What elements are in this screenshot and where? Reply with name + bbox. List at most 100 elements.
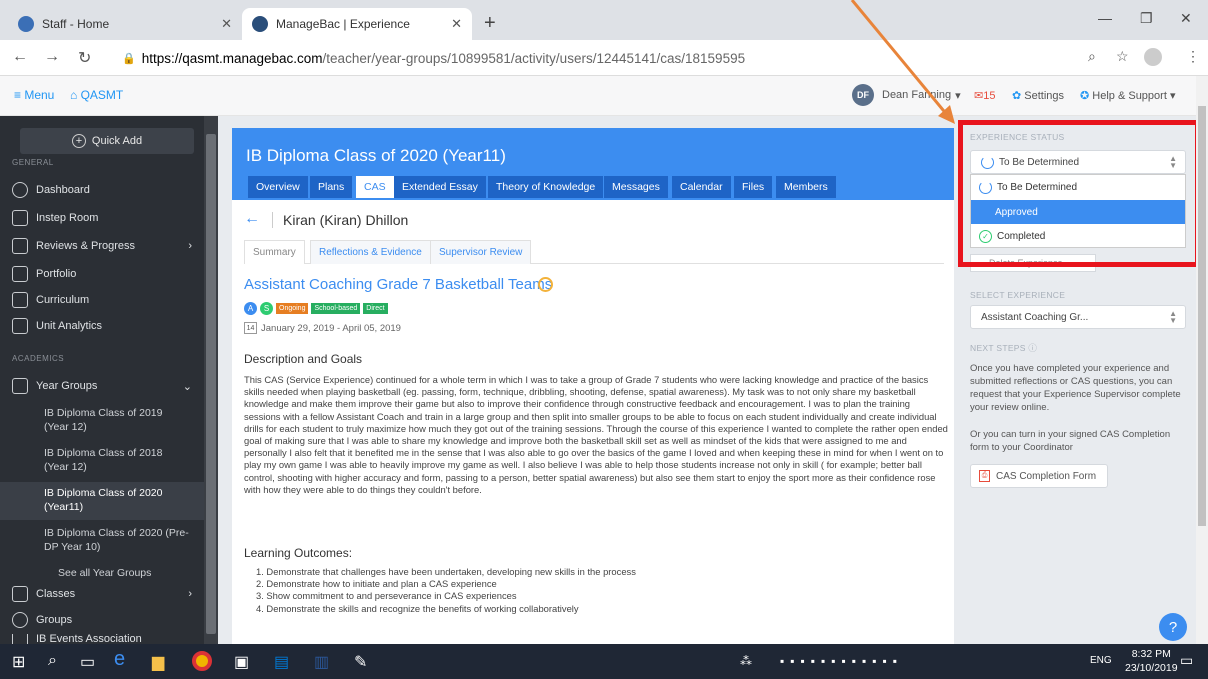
zoom-icon[interactable]: ⌕ [1088, 48, 1096, 65]
ongoing-tag: Ongoing [276, 303, 309, 314]
edge-icon[interactable]: e [114, 648, 125, 671]
paint-icon[interactable]: ✎ [354, 652, 367, 672]
minimize-icon[interactable]: — [1098, 10, 1112, 26]
forward-icon[interactable]: → [44, 48, 60, 66]
sidebar-item-curriculum[interactable]: Curriculum [12, 288, 202, 312]
cas-completion-form-button[interactable]: ⎙ CAS Completion Form [970, 464, 1108, 488]
sidebar: + Quick Add GENERAL Dashboard Instep Room… [0, 116, 218, 644]
tab-calendar[interactable]: Calendar [672, 176, 731, 198]
sidebar-item-year-groups[interactable]: Year Groups ⌄ [12, 374, 202, 398]
clock[interactable]: 8:32 PM 23/10/2019 [1125, 647, 1178, 675]
brand-label: QASMT [80, 88, 124, 102]
browser-tab-staff-home[interactable]: Staff - Home ✕ [8, 8, 242, 40]
sidebar-item-dashboard[interactable]: Dashboard [12, 178, 202, 202]
chrome-icon[interactable] [192, 651, 212, 671]
sidebar-item-reviews[interactable]: Reviews & Progress › [12, 234, 202, 258]
url-field[interactable]: 🔒 https://qasmt.managebac.com/teacher/ye… [112, 45, 1102, 71]
groups-icon [12, 612, 28, 628]
tab-theory-of-knowledge[interactable]: Theory of Knowledge [488, 176, 604, 198]
tab-overview[interactable]: Overview [248, 176, 308, 198]
windows-start-icon[interactable]: ⊞ [12, 652, 25, 672]
settings-link[interactable]: ✿ Settings [1012, 89, 1064, 102]
notifications-icon[interactable]: ▭ [1180, 652, 1193, 669]
tab-files[interactable]: Files [734, 176, 773, 198]
see-all-year-groups[interactable]: See all Year Groups [0, 562, 204, 584]
back-icon[interactable]: ← [12, 48, 28, 66]
chevron-down-icon: ▾ [955, 89, 961, 102]
sidebar-item-instep-room[interactable]: Instep Room [12, 206, 202, 230]
subtab-summary[interactable]: Summary [244, 240, 305, 264]
close-tab-icon[interactable]: ✕ [221, 16, 232, 32]
sidebar-scrollbar[interactable] [204, 116, 218, 644]
chart-icon [12, 238, 28, 254]
subtab-supervisor-review[interactable]: Supervisor Review [430, 240, 532, 264]
sidebar-scroll-thumb[interactable] [206, 134, 216, 634]
file-explorer-icon[interactable]: ▆ [152, 652, 164, 672]
browser-menu-icon[interactable]: ⋮ [1186, 48, 1200, 65]
sidebar-item-unit-analytics[interactable]: Unit Analytics [12, 314, 202, 338]
mail-link[interactable]: ✉15 [974, 89, 995, 102]
brand-link[interactable]: ⌂ QASMT [70, 88, 123, 102]
service-badge: S [260, 302, 273, 315]
new-tab-icon[interactable]: + [484, 12, 496, 35]
description-heading: Description and Goals [244, 352, 363, 366]
search-icon[interactable]: ⌕ [48, 652, 57, 670]
people-icon[interactable]: ⁂ [740, 654, 752, 668]
outcome-item: 3. Show commitment to and perseverance i… [256, 590, 517, 602]
calendar-day: 14 [246, 324, 255, 332]
user-menu[interactable]: DF Dean Fanning ▾ [852, 84, 961, 106]
menu-button[interactable]: ≡ Menu [14, 88, 54, 102]
avatar: DF [852, 84, 874, 106]
reload-icon[interactable]: ↻ [78, 48, 91, 68]
class-title: IB Diploma Class of 2020 (Year11) [246, 146, 506, 165]
next-steps-label: NEXT STEPS ⓘ [970, 342, 1037, 354]
description-text: This CAS (Service Experience) continued … [244, 374, 948, 495]
app-icon[interactable]: ▣ [234, 652, 249, 672]
maximize-icon[interactable]: ❐ [1140, 10, 1153, 27]
tab-extended-essay[interactable]: Extended Essay [394, 176, 486, 198]
profile-icon[interactable] [1144, 48, 1162, 66]
task-view-icon[interactable]: ▭ [80, 652, 95, 672]
subtab-reflections[interactable]: Reflections & Evidence [310, 240, 431, 264]
select-experience-dropdown[interactable]: Assistant Coaching Gr... ▲ ▼ [970, 305, 1186, 329]
bookmark-star-icon[interactable]: ☆ [1116, 48, 1129, 65]
window-close-icon[interactable]: ✕ [1180, 10, 1192, 27]
year-group-2020-pre-dp[interactable]: IB Diploma Class of 2020 (Pre-DP Year 10… [0, 522, 204, 558]
sidebar-item-ib-events[interactable]: IB Events Association [12, 634, 202, 644]
close-tab-icon[interactable]: ✕ [451, 16, 462, 32]
tab-cas[interactable]: CAS [356, 176, 394, 198]
page-scrollbar[interactable] [1196, 76, 1208, 644]
sidebar-item-label: Portfolio [36, 268, 77, 280]
mail-icon: ✉ [974, 90, 984, 102]
subtab-bar: Summary Reflections & Evidence Superviso… [244, 240, 944, 264]
year-group-2019[interactable]: IB Diploma Class of 2019 (Year 12) [0, 402, 204, 438]
tray-icons[interactable]: ▪▪▪▪▪▪▪▪▪▪▪▪ [780, 654, 903, 668]
settings-label: Settings [1024, 90, 1065, 102]
year-group-2020[interactable]: IB Diploma Class of 2020 (Year11) [0, 482, 204, 520]
direct-tag: Direct [363, 303, 388, 314]
managebac-favicon-icon [252, 16, 268, 32]
help-support-link[interactable]: ✪ Help & Support ▾ [1080, 89, 1175, 102]
browser-tab-experience[interactable]: ManageBac | Experience ✕ [242, 8, 472, 40]
sidebar-item-groups[interactable]: Groups [12, 608, 202, 632]
outlook-icon[interactable]: ▤ [274, 652, 289, 672]
year-group-2018[interactable]: IB Diploma Class of 2018 (Year 12) [0, 442, 204, 478]
back-arrow-icon[interactable]: ← [244, 210, 260, 228]
managebac-favicon-icon [18, 16, 34, 32]
tab-members[interactable]: Members [776, 176, 836, 198]
sidebar-item-classes[interactable]: Classes › [12, 582, 202, 606]
folder-icon [12, 266, 28, 282]
address-bar-row: ← → ↻ 🔒 https://qasmt.managebac.com/teac… [0, 40, 1208, 76]
tab-plans[interactable]: Plans [310, 176, 353, 198]
sidebar-item-label: Groups [36, 614, 73, 626]
sidebar-item-label: Instep Room [36, 212, 99, 224]
class-banner: IB Diploma Class of 2020 (Year11) Overvi… [232, 128, 954, 200]
page-scroll-thumb[interactable] [1198, 106, 1206, 526]
language-indicator[interactable]: ENG [1090, 655, 1112, 666]
sidebar-item-portfolio[interactable]: Portfolio [12, 262, 202, 286]
tab-messages[interactable]: Messages [604, 176, 668, 198]
quick-add-button[interactable]: + Quick Add [20, 128, 194, 154]
url-host: https://qasmt.managebac.com [141, 50, 323, 66]
help-bubble-icon[interactable]: ? [1159, 613, 1187, 641]
word-icon[interactable]: ▥ [314, 652, 329, 672]
